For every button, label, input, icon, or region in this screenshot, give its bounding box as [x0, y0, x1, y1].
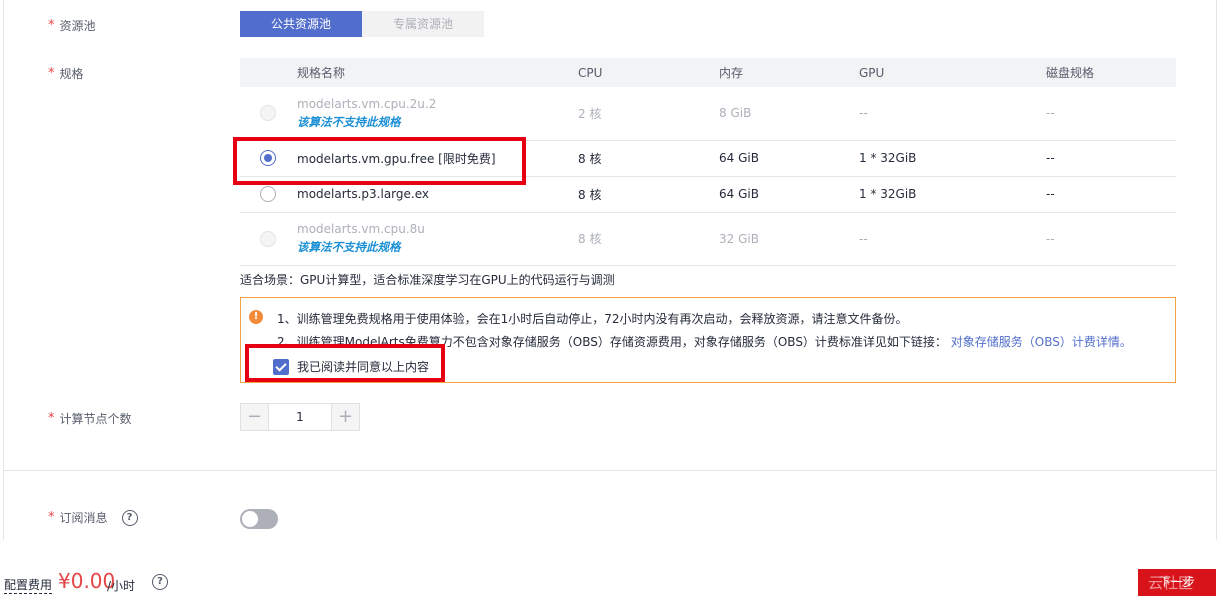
tab-dedicated-pool[interactable]: 专属资源池 [362, 11, 484, 37]
node-count-input[interactable]: 1 [268, 404, 332, 430]
col-cpu: CPU [578, 58, 719, 87]
unsupported-note: 该算法不支持此规格 [297, 240, 401, 254]
spec-radio[interactable] [260, 186, 276, 202]
tab-public-pool[interactable]: 公共资源池 [240, 11, 362, 37]
spec-name: modelarts.vm.cpu.8u [297, 222, 425, 236]
spec-radio [260, 230, 276, 247]
watermark: 云社区 [1148, 574, 1194, 592]
increment-button[interactable]: + [332, 404, 359, 430]
section-divider [3, 470, 1217, 471]
spec-gpu: 1 * 32GiB [859, 140, 1046, 177]
nodes-label: * 计算节点个数 [48, 411, 132, 426]
notice-line-1: 1、训练管理免费规格用于使用体验，会在1小时后自动停止，72小时内没有再次启动，… [277, 312, 908, 326]
spec-memory: 64 GiB [719, 140, 859, 177]
spec-cpu: 8 核 [578, 176, 719, 213]
spec-gpu: -- [859, 212, 1046, 266]
table-row: modelarts.vm.cpu.2u.2 该算法不支持此规格 2 核 8 Gi… [240, 87, 1176, 141]
spec-gpu: -- [859, 87, 1046, 141]
subscribe-toggle[interactable] [240, 509, 278, 529]
spec-disk: -- [1046, 176, 1176, 213]
fee-label: 配置费用 [4, 578, 53, 594]
fee-unit: /小时 [107, 579, 136, 593]
left-border [3, 0, 4, 540]
spec-memory: 32 GiB [719, 212, 859, 266]
resource-pool-tabs: 公共资源池 专属资源池 [240, 11, 484, 37]
spec-gpu: 1 * 32GiB [859, 176, 1046, 213]
annotation-box-agree [245, 344, 445, 382]
spec-cpu: 8 核 [578, 212, 719, 266]
col-memory: 内存 [719, 58, 859, 87]
exclamation-icon: ! [249, 310, 263, 324]
spec-disk: -- [1046, 212, 1176, 266]
spec-name: modelarts.vm.cpu.2u.2 [297, 96, 437, 111]
spec-cpu: 2 核 [578, 87, 719, 141]
help-icon[interactable]: ? [152, 574, 168, 590]
right-border [1216, 0, 1217, 540]
help-icon[interactable]: ? [121, 509, 138, 526]
table-header-row: 规格名称 CPU 内存 GPU 磁盘规格 [240, 58, 1176, 87]
spec-memory: 8 GiB [719, 87, 859, 141]
col-gpu: GPU [859, 58, 1046, 87]
spec-disk: -- [1046, 140, 1176, 177]
spec-disk: -- [1046, 87, 1176, 141]
table-row: modelarts.vm.cpu.8u 该算法不支持此规格 8 核 32 GiB… [240, 212, 1176, 266]
scene-description: 适合场景：GPU计算型，适合标准深度学习在GPU上的代码运行与调测 [240, 273, 615, 287]
spec-label: * 规格 [48, 66, 84, 81]
spec-cpu: 8 核 [578, 140, 719, 177]
obs-pricing-link[interactable]: 对象存储服务（OBS）计费详情。 [951, 335, 1132, 349]
col-spec-name: 规格名称 [297, 58, 578, 87]
node-count-stepper: − 1 + [240, 403, 360, 431]
decrement-button[interactable]: − [241, 404, 268, 430]
spec-memory: 64 GiB [719, 176, 859, 213]
unsupported-note: 该算法不支持此规格 [297, 114, 401, 129]
resource-pool-label: * 资源池 [48, 18, 96, 33]
annotation-box-spec [233, 137, 526, 185]
spec-radio [260, 105, 276, 122]
col-disk: 磁盘规格 [1046, 58, 1176, 87]
subscribe-label: * 订阅消息 ? [48, 509, 138, 526]
